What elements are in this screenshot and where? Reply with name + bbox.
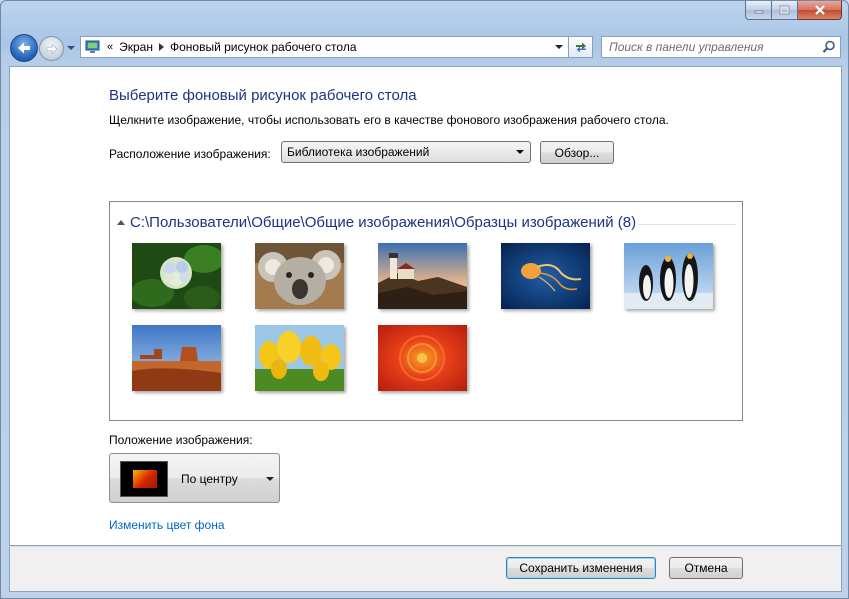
caption-buttons (745, 1, 842, 21)
tulips-image (255, 325, 344, 391)
control-panel-icon (85, 40, 100, 53)
picture-position-select[interactable]: По центру (109, 453, 280, 503)
gallery-group-header[interactable]: C:\Пользователи\Общие\Общие изображения\… (117, 214, 636, 231)
forward-arrow-icon (46, 43, 57, 54)
gallery-group-path: C:\Пользователи\Общие\Общие изображения\… (130, 214, 637, 231)
search-box[interactable] (601, 36, 841, 58)
picture-position-label: Положение изображения: (109, 433, 253, 447)
content-panel: Выберите фоновый рисунок рабочего стола … (9, 66, 842, 546)
group-divider (638, 224, 736, 225)
chevron-down-icon (555, 45, 563, 49)
save-changes-button[interactable]: Сохранить изменения (506, 557, 656, 579)
page-title: Выберите фоновый рисунок рабочего стола (109, 87, 417, 104)
maximize-button[interactable] (772, 1, 798, 20)
picture-gallery[interactable]: C:\Пользователи\Общие\Общие изображения\… (109, 201, 743, 421)
position-preview-icon (120, 461, 168, 497)
page-description: Щелкните изображение, чтобы использовать… (109, 113, 669, 127)
address-bar[interactable]: « Экран Фоновый рисунок рабочего стола (80, 36, 569, 58)
breadcrumb-separator-icon[interactable] (158, 43, 164, 51)
breadcrumb-overflow[interactable]: « (107, 41, 113, 53)
forward-button[interactable] (39, 36, 64, 61)
refresh-icon (575, 42, 586, 53)
hydrangea-image (132, 243, 221, 309)
lighthouse-image (378, 243, 467, 309)
refresh-button[interactable] (569, 36, 593, 58)
chevron-down-icon (266, 477, 274, 481)
window-frame: « Экран Фоновый рисунок рабочего стола В… (0, 0, 849, 599)
desert-image (132, 325, 221, 391)
picture-location-value: Библиотека изображений (287, 145, 430, 159)
change-background-color-link[interactable]: Изменить цвет фона (109, 518, 225, 532)
penguins-image (624, 243, 713, 309)
recent-pages-button[interactable] (66, 43, 76, 53)
jellyfish-image (501, 243, 590, 309)
dialog-footer: Сохранить изменения Отмена (9, 546, 842, 592)
back-arrow-icon (18, 42, 30, 54)
thumbnail-lighthouse[interactable] (378, 243, 467, 309)
address-dropdown-button[interactable] (550, 37, 568, 57)
thumbnail-penguins[interactable] (624, 243, 713, 309)
chevron-down-icon (67, 46, 75, 50)
minimize-button[interactable] (745, 1, 772, 20)
thumbnail-koala[interactable] (255, 243, 344, 309)
chrysanthemum-image (378, 325, 467, 391)
minimize-icon (754, 10, 763, 14)
thumbnail-jellyfish[interactable] (501, 243, 590, 309)
maximize-icon (779, 5, 790, 15)
picture-location-select[interactable]: Библиотека изображений (281, 141, 531, 163)
browse-button[interactable]: Обзор... (540, 141, 614, 164)
thumbnail-tulips[interactable] (255, 325, 344, 391)
chevron-down-icon (516, 150, 524, 154)
thumbnail-hydrangea[interactable] (132, 243, 221, 309)
picture-position-value: По центру (181, 472, 238, 486)
search-input[interactable] (602, 37, 816, 57)
thumbnail-chrysanthemum[interactable] (378, 325, 467, 391)
breadcrumb-display[interactable]: Экран (119, 40, 153, 54)
collapse-icon[interactable] (117, 220, 125, 225)
breadcrumb-desktop-background[interactable]: Фоновый рисунок рабочего стола (170, 40, 357, 54)
close-icon (814, 5, 825, 15)
cancel-button[interactable]: Отмена (669, 557, 743, 579)
picture-location-label: Расположение изображения: (109, 147, 271, 161)
back-button[interactable] (10, 34, 38, 62)
close-button[interactable] (798, 1, 842, 20)
koala-image (255, 243, 344, 309)
thumbnail-desert[interactable] (132, 325, 221, 391)
search-icon[interactable] (822, 40, 836, 54)
